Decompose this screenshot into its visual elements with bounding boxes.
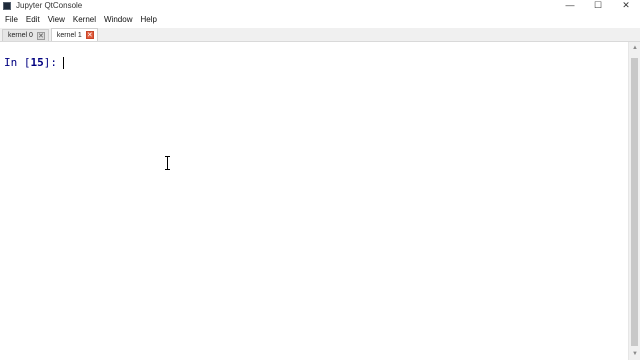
menu-window[interactable]: Window: [100, 13, 136, 27]
close-button[interactable]: ✕: [612, 0, 640, 11]
vertical-scrollbar[interactable]: ▲ ▼: [628, 42, 640, 360]
input-prompt: In [15]:: [4, 56, 64, 69]
jupyter-app-icon: [3, 1, 11, 10]
menu-edit[interactable]: Edit: [22, 13, 44, 27]
menu-file[interactable]: File: [0, 13, 22, 27]
menu-help[interactable]: Help: [136, 13, 160, 27]
qtconsole-window: Jupyter QtConsole — ☐ ✕ File Edit View K…: [0, 0, 640, 360]
scroll-down-icon[interactable]: ▼: [629, 348, 640, 360]
scroll-thumb[interactable]: [631, 58, 638, 346]
prompt-prefix: In [: [4, 56, 31, 69]
menu-kernel[interactable]: Kernel: [69, 13, 100, 27]
tab-label: kernel 1: [56, 31, 82, 39]
window-controls: — ☐ ✕: [556, 0, 640, 11]
menu-bar: File Edit View Kernel Window Help: [0, 13, 640, 27]
tab-close-icon[interactable]: ✕: [85, 31, 94, 39]
title-bar: Jupyter QtConsole — ☐ ✕: [0, 0, 640, 11]
tab-label: kernel 0: [8, 32, 33, 39]
maximize-button[interactable]: ☐: [584, 0, 612, 11]
tab-close-icon[interactable]: ✕: [36, 31, 45, 40]
prompt-suffix: ]:: [43, 56, 57, 69]
minimize-button[interactable]: —: [556, 0, 584, 11]
tab-kernel-1[interactable]: kernel 1 ✕: [50, 28, 98, 41]
scroll-up-icon[interactable]: ▲: [629, 42, 640, 54]
tab-kernel-0[interactable]: kernel 0 ✕: [2, 29, 49, 41]
menu-view[interactable]: View: [44, 13, 69, 27]
prompt-number: 15: [30, 56, 44, 69]
console-area[interactable]: In [15]:: [0, 42, 628, 360]
text-caret: [63, 56, 64, 69]
window-title: Jupyter QtConsole: [16, 1, 83, 10]
ibeam-cursor-icon: [165, 156, 170, 170]
tab-bar: kernel 0 ✕ kernel 1 ✕: [0, 28, 640, 42]
